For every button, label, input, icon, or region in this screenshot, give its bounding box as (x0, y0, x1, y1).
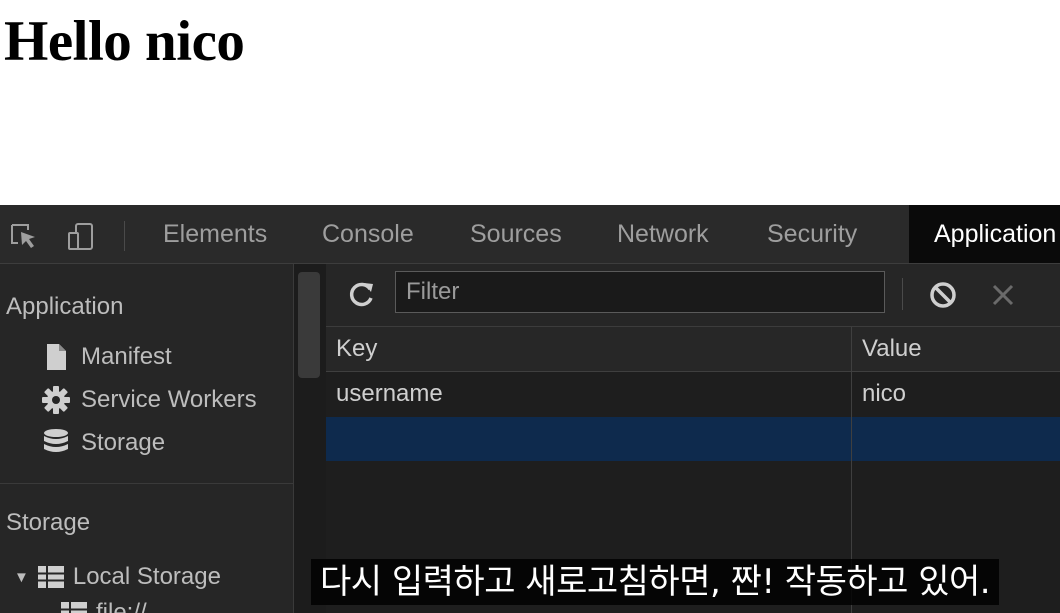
toolbar-separator (124, 221, 125, 251)
toolbar-separator (902, 278, 903, 310)
tab-security[interactable]: Security (767, 205, 857, 263)
sidebar-item-file-origin[interactable]: file:// (60, 599, 147, 613)
document-icon (47, 344, 66, 370)
tab-network[interactable]: Network (617, 205, 709, 263)
sidebar-divider (0, 483, 293, 484)
grid-icon (61, 602, 87, 613)
sidebar-section-storage: Storage (6, 509, 91, 536)
sidebar-item-local-storage[interactable]: ▼ Local Storage (14, 560, 221, 594)
refresh-icon[interactable] (346, 280, 376, 310)
cell-key: username (336, 380, 443, 407)
sidebar-item-label: file:// (96, 599, 147, 613)
application-sidebar: Application Manifest Service Workers Sto… (0, 264, 293, 613)
grid-icon (37, 566, 64, 588)
video-subtitle: 다시 입력하고 새로고침하면, 짠! 작동하고 있어. (311, 559, 1000, 605)
page-heading: Hello nico (4, 10, 245, 73)
sidebar-item-label: Storage (81, 429, 166, 456)
database-icon (44, 429, 68, 452)
filter-input[interactable] (395, 271, 885, 313)
table-row-selected[interactable] (326, 417, 1060, 461)
devtools-tab-bar: Elements Console Sources Network Securit… (0, 205, 1060, 264)
cell-value: nico (862, 380, 907, 407)
sidebar-item-label: Local Storage (72, 563, 221, 590)
scrollbar-thumb[interactable] (298, 272, 320, 378)
column-header-value[interactable]: Value (862, 327, 922, 371)
tab-sources[interactable]: Sources (470, 205, 562, 263)
tab-application[interactable]: Application (909, 205, 1060, 263)
delete-selected-icon[interactable] (986, 278, 1020, 312)
sidebar-item-label: Service Workers (81, 386, 257, 413)
clear-all-icon[interactable] (926, 278, 960, 312)
sidebar-item-storage[interactable]: Storage (40, 426, 165, 460)
table-header: Key Value (326, 327, 1060, 372)
tab-elements[interactable]: Elements (163, 205, 267, 263)
sidebar-item-service-workers[interactable]: Service Workers (40, 383, 257, 417)
table-row[interactable]: username nico (326, 372, 1060, 416)
expand-arrow-icon[interactable]: ▼ (14, 569, 29, 586)
gear-icon (42, 386, 70, 414)
storage-toolbar (326, 264, 1060, 327)
devtools-panel: Elements Console Sources Network Securit… (0, 205, 1060, 613)
sidebar-item-label: Manifest (81, 343, 172, 370)
inspect-element-icon[interactable] (8, 221, 38, 251)
sidebar-section-application: Application (6, 293, 124, 320)
sidebar-item-manifest[interactable]: Manifest (40, 340, 172, 374)
device-toolbar-icon[interactable] (66, 221, 96, 251)
tab-console[interactable]: Console (322, 205, 414, 263)
column-header-key[interactable]: Key (336, 327, 377, 371)
